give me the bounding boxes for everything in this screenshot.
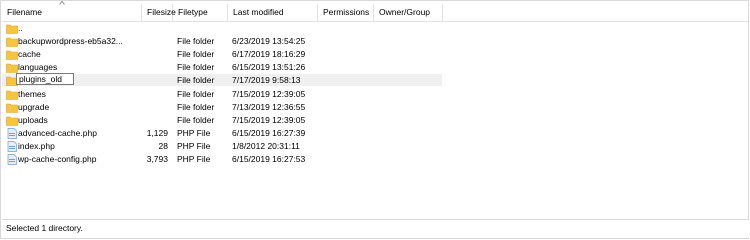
filesize-cell bbox=[142, 35, 168, 47]
filesize-cell bbox=[142, 22, 168, 34]
file-row[interactable]: backupwordpress-eb5a32... File folder 6/23… bbox=[2, 35, 442, 47]
sort-ascending-icon bbox=[59, 0, 65, 5]
column-header-owner-group-label: Owner/Group bbox=[379, 7, 431, 17]
column-header-filename[interactable]: Filename bbox=[2, 0, 142, 21]
last-modified-cell: 6/15/2019 13:51:26 bbox=[232, 62, 306, 73]
filename-cell: cache bbox=[18, 49, 41, 60]
file-row[interactable]: wp-cache-config.php 3,793 PHP File 6/15/201… bbox=[2, 153, 442, 165]
file-row[interactable]: languages File folder 6/15/2019 13:51:26 bbox=[2, 61, 442, 74]
column-header-filesize[interactable]: Filesize bbox=[142, 4, 176, 21]
filetype-cell: File folder bbox=[177, 114, 215, 125]
column-header-filetype-label: Filetype bbox=[178, 7, 208, 17]
folder-icon bbox=[6, 49, 18, 60]
folder-icon bbox=[6, 115, 18, 126]
filesize-cell bbox=[142, 88, 168, 100]
filetype-cell: PHP File bbox=[177, 140, 211, 151]
last-modified-cell: 7/13/2019 12:36:55 bbox=[232, 101, 306, 112]
file-row[interactable]: plugins_old File folder 7/17/2019 9:58:13 bbox=[2, 73, 442, 87]
filetype-cell: File folder bbox=[177, 88, 215, 99]
filesize-cell: 28 bbox=[158, 140, 168, 151]
filename-cell: advanced-cache.php bbox=[18, 127, 97, 138]
last-modified-cell: 1/8/2012 20:31:11 bbox=[232, 140, 300, 151]
filename-cell: backupwordpress-eb5a32... bbox=[18, 36, 123, 47]
php-file-icon bbox=[6, 141, 18, 152]
filetype-cell bbox=[177, 22, 232, 34]
filesize-cell bbox=[142, 74, 168, 86]
column-header-filename-label: Filename bbox=[7, 7, 42, 17]
last-modified-cell: 7/15/2019 12:39:05 bbox=[232, 88, 306, 99]
last-modified-cell: 7/15/2019 12:39:05 bbox=[232, 114, 306, 125]
filename-cell: uploads bbox=[18, 114, 48, 125]
filetype-cell: File folder bbox=[177, 36, 215, 47]
last-modified-cell: 7/17/2019 9:58:13 bbox=[232, 75, 301, 86]
column-header-row: Filename Filesize Filetype Last modified… bbox=[2, 0, 748, 22]
column-header-last-modified-label: Last modified bbox=[233, 7, 284, 17]
php-file-icon bbox=[6, 127, 18, 139]
last-modified-cell bbox=[232, 22, 312, 34]
folder-icon bbox=[6, 62, 18, 74]
filename-cell: index.php bbox=[18, 140, 55, 151]
file-row[interactable]: themes File folder 7/15/2019 12:39:05 bbox=[2, 88, 442, 100]
filesize-cell bbox=[142, 114, 168, 126]
filesize-cell bbox=[142, 48, 168, 60]
filetype-cell: File folder bbox=[177, 49, 215, 60]
column-header-permissions-label: Permissions bbox=[323, 7, 370, 17]
filetype-cell: File folder bbox=[177, 62, 215, 73]
folder-icon bbox=[6, 23, 18, 34]
rename-input[interactable]: plugins_old bbox=[16, 73, 74, 86]
file-row[interactable]: .. bbox=[2, 22, 442, 34]
status-bar: Selected 1 directory. bbox=[2, 219, 749, 237]
column-header-filesize-label: Filesize bbox=[147, 7, 176, 17]
php-file-icon bbox=[6, 154, 18, 165]
filename-cell: upgrade bbox=[18, 101, 50, 112]
filetype-cell: File folder bbox=[177, 101, 215, 112]
last-modified-cell: 6/17/2019 18:16:29 bbox=[232, 49, 306, 60]
filetype-cell: PHP File bbox=[177, 127, 211, 138]
column-header-permissions[interactable]: Permissions bbox=[318, 4, 374, 21]
file-row[interactable]: index.php 28 PHP File 1/8/2012 20:31:11 bbox=[2, 140, 442, 152]
remote-file-list-pane: Filename Filesize Filetype Last modified… bbox=[0, 0, 749, 239]
last-modified-cell: 6/15/2019 16:27:53 bbox=[232, 154, 306, 164]
status-text: Selected 1 directory. bbox=[6, 223, 83, 233]
column-header-last-modified[interactable]: Last modified bbox=[228, 4, 318, 21]
filesize-cell: 3,793 bbox=[146, 154, 168, 164]
folder-icon bbox=[6, 89, 18, 100]
filename-cell: wp-cache-config.php bbox=[18, 154, 97, 164]
filesize-cell: 1,129 bbox=[146, 127, 168, 138]
file-row[interactable]: uploads File folder 7/15/2019 12:39:05 bbox=[2, 114, 442, 126]
last-modified-cell: 6/15/2019 16:27:39 bbox=[232, 127, 306, 138]
folder-icon bbox=[6, 102, 18, 113]
filetype-cell: File folder bbox=[177, 75, 215, 86]
file-row[interactable]: cache File folder 6/17/2019 18:16:29 bbox=[2, 48, 442, 60]
filename-cell: languages bbox=[18, 62, 58, 73]
filename-cell: .. bbox=[18, 23, 23, 33]
filesize-cell bbox=[142, 101, 168, 113]
file-row[interactable]: advanced-cache.php 1,129 PHP File 6/15/2019… bbox=[2, 127, 442, 139]
folder-icon bbox=[6, 36, 18, 47]
filetype-cell: PHP File bbox=[177, 154, 211, 164]
filename-cell: themes bbox=[18, 88, 46, 99]
filesize-cell bbox=[142, 61, 168, 73]
column-header-filetype[interactable]: Filetype bbox=[173, 4, 228, 21]
file-row[interactable]: upgrade File folder 7/13/2019 12:36:55 bbox=[2, 101, 442, 113]
last-modified-cell: 6/23/2019 13:54:25 bbox=[232, 36, 306, 47]
column-header-owner-group[interactable]: Owner/Group bbox=[374, 4, 443, 21]
